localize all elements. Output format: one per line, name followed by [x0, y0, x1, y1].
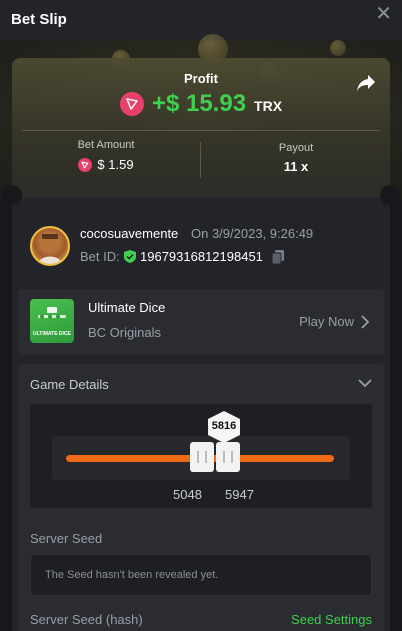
ticket-notch-left [2, 185, 22, 205]
profit-label: Profit [184, 71, 218, 86]
game-thumbnail-text: ULTIMATE DICE [33, 330, 71, 337]
slider-handle-right [216, 442, 240, 472]
shield-check-icon [124, 250, 136, 263]
game-details-card: Game Details 5816 5048 5947 Server Seed … [18, 364, 384, 631]
ticket-notch-right [380, 185, 400, 205]
share-icon[interactable] [356, 74, 376, 92]
username[interactable]: cocosuavemente [80, 226, 178, 241]
modal-header: Bet Slip ✕ [0, 0, 402, 40]
seed-settings-link[interactable]: Seed Settings [291, 612, 372, 627]
divider [22, 130, 380, 131]
coin-decoration [330, 40, 346, 56]
slider-handle-left [190, 442, 214, 472]
bet-amount-row: $ 1.59 [12, 157, 200, 172]
range-low-value: 5048 [173, 487, 202, 502]
copy-icon[interactable] [272, 250, 284, 264]
range-high-value: 5947 [225, 487, 254, 502]
result-value: 5816 [211, 420, 237, 432]
avatar[interactable] [30, 226, 70, 266]
profit-value: +$ 15.93 [151, 90, 247, 117]
chevron-right-icon[interactable] [360, 315, 370, 329]
game-name: Ultimate Dice [88, 300, 166, 315]
play-now-link[interactable]: Play Now [299, 314, 354, 329]
bet-id-label: Bet ID: [80, 249, 120, 264]
game-card[interactable]: ULTIMATE DICE Ultimate Dice BC Originals… [18, 289, 384, 355]
server-seed-placeholder: The Seed hasn't been revealed yet. [45, 569, 219, 581]
server-seed-hash-label: Server Seed (hash) [30, 612, 143, 627]
payout-value: 11 x [283, 159, 309, 174]
bet-amount-label: Bet Amount [77, 139, 135, 151]
result-slider: 5816 5048 5947 [30, 404, 372, 508]
modal-title: Bet Slip [11, 11, 67, 28]
trx-coin-icon [78, 157, 93, 172]
server-seed-field: The Seed hasn't been revealed yet. [30, 554, 372, 596]
bet-amount-value: $ 1.59 [97, 157, 134, 172]
bet-datetime: On 3/9/2023, 9:26:49 [191, 226, 314, 241]
game-details-title[interactable]: Game Details [30, 377, 109, 392]
vertical-divider [200, 142, 201, 178]
payout-label: Payout [278, 142, 314, 154]
game-provider: BC Originals [88, 325, 161, 340]
game-thumbnail: ULTIMATE DICE [30, 299, 74, 343]
close-icon[interactable]: ✕ [375, 4, 392, 24]
profit-card: Profit +$ 15.93 TRX Bet Amount $ 1.59 Pa… [12, 58, 390, 198]
server-seed-label: Server Seed [30, 531, 103, 546]
trx-coin-icon [119, 92, 144, 116]
profit-row: +$ 15.93 TRX [12, 90, 390, 118]
profit-currency: TRX [254, 97, 283, 114]
bet-id-value: 19679316812198451 [140, 249, 263, 264]
chevron-down-icon[interactable] [358, 379, 372, 388]
